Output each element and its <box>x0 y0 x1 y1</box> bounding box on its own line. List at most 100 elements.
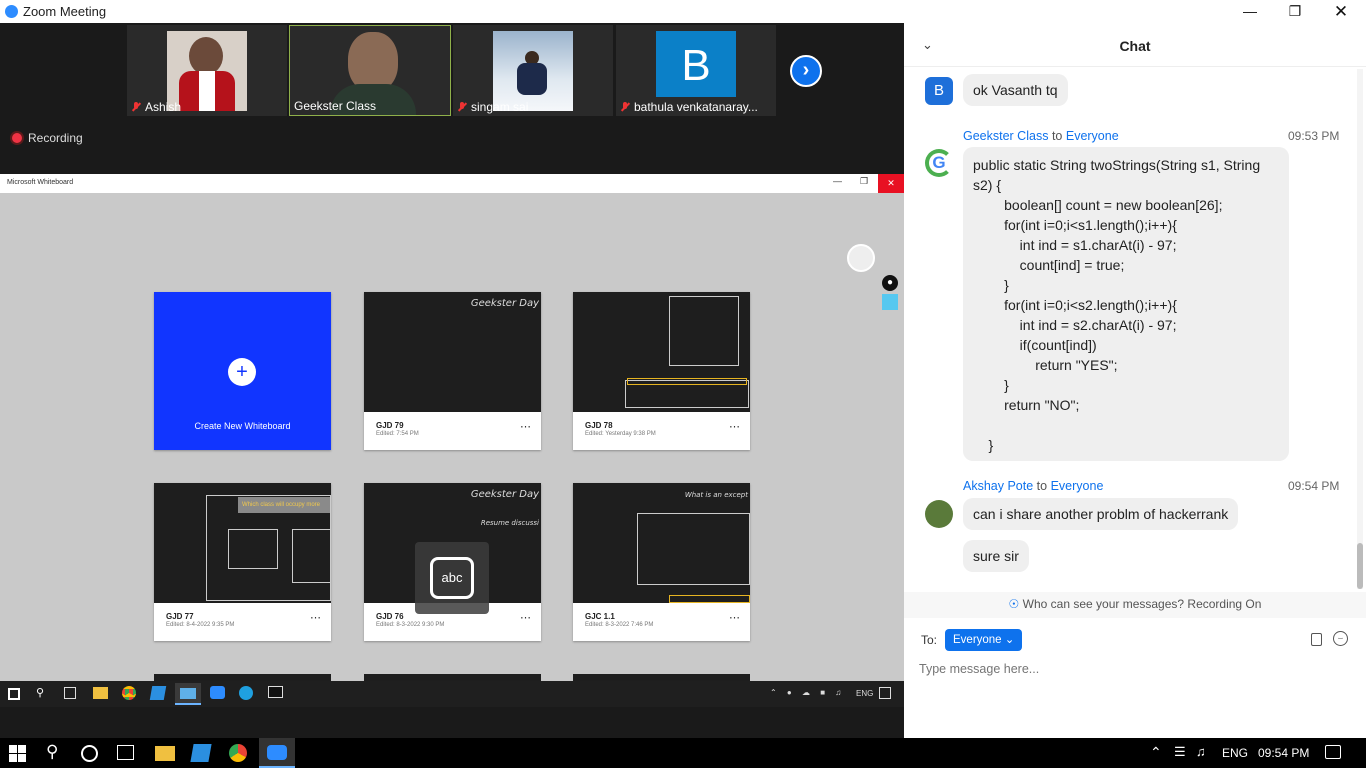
vscode-icon[interactable] <box>190 744 212 762</box>
code-line: if(count[ind]) <box>973 337 1097 353</box>
more-options-icon[interactable]: ⋯ <box>520 420 531 433</box>
card-thumbnail: Geekster Day <box>364 292 541 412</box>
wifi-icon[interactable]: ☰ <box>1174 744 1186 760</box>
tray-language[interactable]: ENG <box>856 689 873 698</box>
file-explorer-icon[interactable] <box>93 687 108 699</box>
file-icon[interactable] <box>1311 633 1322 646</box>
avatar <box>493 31 573 111</box>
search-icon[interactable]: ⚲ <box>46 742 58 762</box>
lightbulb-icon[interactable]: ● <box>882 275 898 291</box>
message-sender: Geekster Class to Everyone <box>963 129 1119 143</box>
create-whiteboard-label: Create New Whiteboard <box>194 421 291 431</box>
card-thumbnail: Which class will occupy more <box>154 483 331 603</box>
zoom-icon[interactable] <box>210 686 225 699</box>
participant-name: bathula venkatanaray... <box>620 100 758 114</box>
task-view-icon[interactable] <box>117 745 134 760</box>
participant-tile-bathula[interactable]: B bathula venkatanaray... <box>616 25 776 116</box>
more-options-icon[interactable]: ⋯ <box>310 611 321 624</box>
whiteboard-taskbar-button[interactable] <box>175 683 201 705</box>
windows-start-icon[interactable] <box>8 688 20 700</box>
feedback-icon[interactable] <box>882 294 898 310</box>
whiteboard-card[interactable]: What is an except GJC 1.1 Edited: 8-3-20… <box>573 483 750 641</box>
emoji-icon[interactable]: ⌣ <box>1333 631 1348 646</box>
card-date: Edited: 8-4-2022 9:35 PM <box>166 622 235 628</box>
more-options-icon[interactable]: ⋯ <box>729 611 740 624</box>
windows-start-icon[interactable] <box>9 745 26 762</box>
participant-name: Geekster Class <box>294 99 377 113</box>
wb-close-button[interactable]: ✕ <box>878 174 904 193</box>
os-taskbar: ⚲ ⌃ ☰ ♫ ENG 09:54 PM <box>0 738 1366 768</box>
action-center-icon[interactable] <box>1325 745 1341 759</box>
thumbnail-text: What is an except <box>684 491 748 499</box>
code-line: int ind = s1.charAt(i) - 97; <box>973 237 1177 253</box>
wb-restore-button[interactable]: ❐ <box>860 176 868 187</box>
text-input-overlay[interactable]: abc <box>415 542 489 614</box>
recipient-dropdown[interactable]: Everyone ⌄ <box>945 629 1023 651</box>
terminal-icon[interactable] <box>268 686 283 698</box>
whiteboard-card[interactable]: Geekster Day GJD 79 Edited: 7:54 PM ⋯ <box>364 292 541 450</box>
language-indicator[interactable]: ENG <box>1222 746 1248 760</box>
wb-minimize-button[interactable]: — <box>833 176 842 186</box>
participant-tile-geekster-class[interactable]: Geekster Class <box>289 25 451 116</box>
whiteboard-titlebar: Microsoft Whiteboard — ❐ ✕ <box>0 174 904 193</box>
card-date: Edited: 7:54 PM <box>376 431 419 437</box>
chat-scrollbar[interactable] <box>1357 69 1363 589</box>
mic-muted-icon <box>457 102 467 112</box>
code-line: int ind = s2.charAt(i) - 97; <box>973 317 1177 333</box>
search-icon[interactable]: ⚲ <box>36 686 44 699</box>
chat-panel: ⌄ Chat B ok Vasanth tq Geekster Class to… <box>904 23 1366 738</box>
volume-icon[interactable]: ♫ <box>1196 744 1206 759</box>
cortana-icon[interactable] <box>81 745 98 762</box>
message-time: 09:53 PM <box>1288 129 1340 143</box>
task-view-icon[interactable] <box>64 687 76 699</box>
meeting-area: Ashish Geekster Class singam sai B bathu… <box>0 23 904 738</box>
whiteboard-card[interactable]: Which class will occupy more GJD 77 Edit… <box>154 483 331 641</box>
card-thumbnail: What is an except <box>573 483 750 603</box>
show-hidden-icons[interactable]: ⌃ <box>1150 744 1162 761</box>
shared-taskbar: ⚲ ⌃ ● ☁ ■ ♫ ENG <box>0 681 904 707</box>
zoom-taskbar-button[interactable] <box>259 738 295 768</box>
thumbnail-text: Geekster Day <box>470 298 539 309</box>
card-date: Edited: 8-3-2022 9:30 PM <box>376 622 445 628</box>
code-line: for(int i=0;i<s2.length();i++){ <box>973 297 1177 313</box>
message-input[interactable] <box>919 659 1349 679</box>
card-name: GJD 78 <box>585 421 613 430</box>
window-titlebar: Zoom Meeting — ❐ ✕ <box>0 0 1366 23</box>
file-explorer-icon[interactable] <box>155 746 175 761</box>
chat-title: Chat <box>1119 38 1151 54</box>
participant-tile-ashish[interactable]: Ashish <box>127 25 287 116</box>
visibility-note[interactable]: ☉ Who can see your messages? Recording O… <box>904 592 1366 618</box>
participant-tile-singam-sai[interactable]: singam sai <box>453 25 613 116</box>
notification-icon[interactable] <box>879 687 891 699</box>
more-options-icon[interactable]: ⋯ <box>729 420 740 433</box>
whiteboard-card[interactable]: GJD 78 Edited: Yesterday 9:38 PM ⋯ <box>573 292 750 450</box>
code-line: public static String twoStrings(String s… <box>973 157 1261 173</box>
avatar <box>167 31 247 111</box>
code-message: public static String twoStrings(String s… <box>963 147 1289 461</box>
recording-indicator[interactable]: Recording <box>12 131 83 145</box>
code-line: } <box>973 277 1009 293</box>
vscode-icon[interactable] <box>149 686 167 700</box>
clock[interactable]: 09:54 PM <box>1258 746 1309 760</box>
avatar <box>348 32 398 92</box>
restore-button[interactable]: ❐ <box>1272 0 1318 23</box>
code-line: } <box>973 377 1009 393</box>
create-whiteboard-card[interactable]: + Create New Whiteboard <box>154 292 331 450</box>
shared-screen: Microsoft Whiteboard — ❐ ✕ ● + Create Ne… <box>0 174 904 707</box>
close-button[interactable]: ✕ <box>1318 0 1364 23</box>
minimize-button[interactable]: — <box>1227 0 1273 23</box>
system-tray[interactable]: ⌃ ● ☁ ■ ♫ <box>770 688 845 697</box>
code-line: count[ind] = true; <box>973 257 1125 273</box>
chrome-icon[interactable] <box>122 686 136 700</box>
user-avatar[interactable] <box>847 244 875 272</box>
window-title: Zoom Meeting <box>23 4 107 19</box>
edge-icon[interactable] <box>239 686 253 700</box>
more-options-icon[interactable]: ⋯ <box>520 611 531 624</box>
avatar <box>925 500 953 528</box>
code-line: for(int i=0;i<s1.length();i++){ <box>973 217 1177 233</box>
next-participants-button[interactable]: › <box>790 55 822 87</box>
recording-dot-icon <box>12 133 22 143</box>
chrome-icon[interactable] <box>229 744 247 762</box>
card-name: GJD 76 <box>376 612 404 621</box>
